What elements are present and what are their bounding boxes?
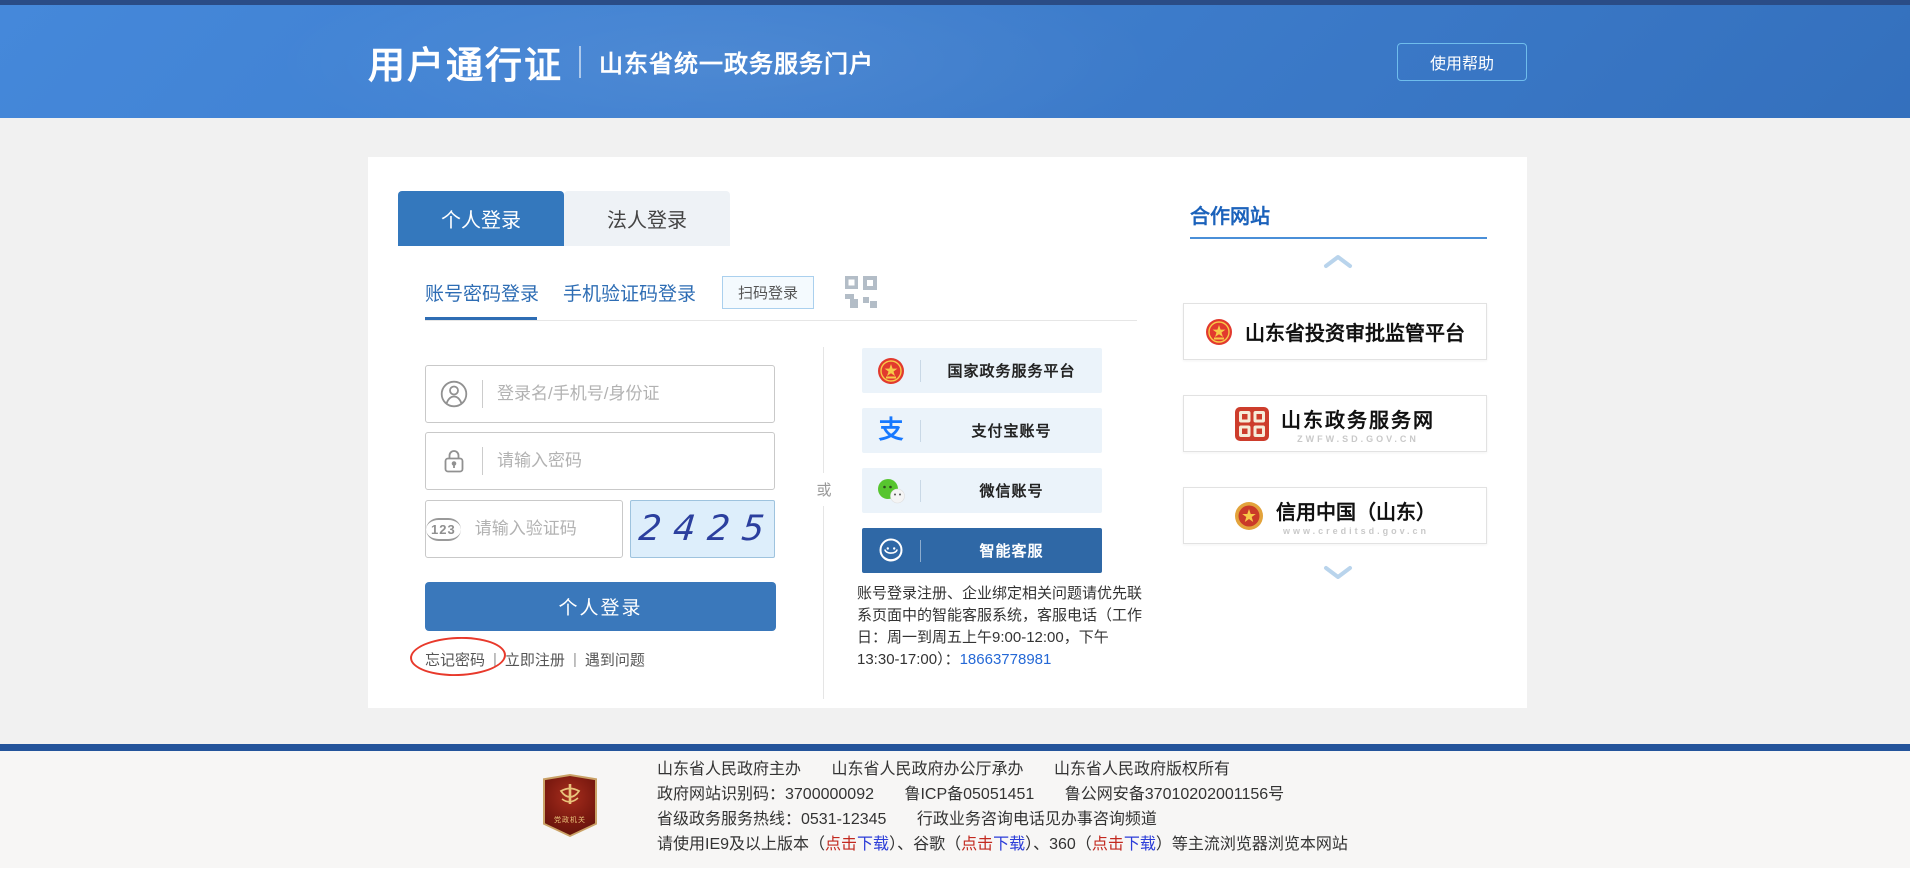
credit-china-emblem-icon bbox=[1234, 501, 1264, 531]
login-method-row: 账号密码登录 手机验证码登录 扫码登录 bbox=[425, 275, 878, 309]
partner-site-government-service[interactable]: 山东政务服务网 ZWFW.SD.GOV.CN bbox=[1183, 395, 1487, 452]
login-type-tabs: 个人登录 法人登录 bbox=[398, 191, 730, 246]
wechat-login-button[interactable]: 微信账号 bbox=[862, 468, 1102, 513]
national-emblem-icon bbox=[862, 357, 920, 385]
tab-personal-login[interactable]: 个人登录 bbox=[398, 191, 564, 246]
customer-service-icon bbox=[862, 536, 920, 566]
header-banner: 用户通行证 山东省统一政务服务门户 使用帮助 bbox=[0, 5, 1910, 118]
chevron-down-icon[interactable] bbox=[1323, 565, 1353, 580]
footer-divider-bar bbox=[0, 744, 1910, 751]
chrome-download-link[interactable]: 点击 bbox=[961, 836, 993, 853]
footer-line-sponsor: 山东省人民政府主办 山东省人民政府办公厅承办 山东省人民政府版权所有 bbox=[657, 757, 1348, 782]
password-field[interactable] bbox=[425, 432, 775, 490]
footer-line-browsers: 请使用IE9及以上版本（点击下载）、谷歌（点击下载）、360（点击下载）等主流浏… bbox=[657, 832, 1348, 857]
ie-download-link[interactable]: 点击 bbox=[825, 836, 857, 853]
national-platform-login-button[interactable]: 国家政务服务平台 bbox=[862, 348, 1102, 393]
username-field[interactable] bbox=[425, 365, 775, 423]
title-divider bbox=[579, 46, 581, 78]
browser360-download-link[interactable]: 点击 bbox=[1092, 836, 1124, 853]
partner-site-investment-platform[interactable]: 山东省投资审批监管平台 bbox=[1183, 303, 1487, 360]
customer-service-note: 账号登录注册、企业绑定相关问题请优先联系页面中的智能客服系统，客服电话（工作日：… bbox=[857, 583, 1147, 671]
captcha-field[interactable]: 123 bbox=[425, 500, 623, 558]
or-divider-line bbox=[823, 347, 824, 699]
captcha-image[interactable]: 2425 bbox=[630, 500, 775, 558]
qr-code-icon[interactable] bbox=[844, 275, 878, 309]
footer-line-hotline: 省级政务服务热线：0531-12345 行政业务咨询电话见办事咨询频道 bbox=[657, 807, 1348, 832]
party-government-badge-icon: 党政机关 bbox=[543, 774, 597, 837]
forgot-password-link[interactable]: 忘记密码 bbox=[425, 649, 485, 670]
alipay-icon: 支 bbox=[862, 418, 920, 443]
ie-download-link[interactable]: 下载 bbox=[857, 836, 889, 853]
page-title: 用户通行证 bbox=[368, 35, 563, 89]
personal-login-button[interactable]: 个人登录 bbox=[425, 582, 776, 631]
login-links: 忘记密码 | 立即注册 | 遇到问题 bbox=[425, 649, 645, 670]
wechat-icon bbox=[862, 477, 920, 505]
login-card: 个人登录 法人登录 账号密码登录 手机验证码登录 扫码登录 bbox=[368, 157, 1527, 708]
method-sms-login[interactable]: 手机验证码登录 bbox=[563, 279, 696, 306]
chevron-up-icon[interactable] bbox=[1323, 254, 1353, 269]
methods-divider-line bbox=[425, 320, 1137, 321]
method-password-login[interactable]: 账号密码登录 bbox=[425, 279, 539, 306]
partners-underline bbox=[1190, 237, 1487, 239]
or-label: 或 bbox=[811, 473, 837, 506]
page-subtitle: 山东省统一政务服务门户 bbox=[599, 44, 874, 79]
footer-line-icp: 政府网站识别码：3700000092 鲁ICP备05051451 鲁公网安备37… bbox=[657, 782, 1348, 807]
service-phone-link[interactable]: 18663778981 bbox=[960, 651, 1052, 668]
username-input[interactable] bbox=[483, 366, 774, 422]
bottom-spacer bbox=[0, 868, 1910, 891]
tab-corporate-login[interactable]: 法人登录 bbox=[564, 191, 730, 246]
help-button[interactable]: 使用帮助 bbox=[1397, 43, 1527, 81]
numbers-icon: 123 bbox=[426, 518, 461, 541]
password-input[interactable] bbox=[483, 433, 774, 489]
alipay-login-button[interactable]: 支 支付宝账号 bbox=[862, 408, 1102, 453]
captcha-value: 2425 bbox=[627, 509, 778, 549]
smart-customer-service-button[interactable]: 智能客服 bbox=[862, 528, 1102, 573]
user-icon bbox=[426, 379, 482, 409]
browser360-download-link[interactable]: 下载 bbox=[1124, 836, 1156, 853]
chrome-download-link[interactable]: 下载 bbox=[993, 836, 1025, 853]
national-emblem-icon bbox=[1205, 318, 1233, 346]
red-seal-icon bbox=[1235, 407, 1269, 441]
register-link[interactable]: 立即注册 bbox=[505, 649, 565, 670]
lock-icon bbox=[426, 446, 482, 476]
partners-title: 合作网站 bbox=[1190, 200, 1270, 229]
method-scan-login[interactable]: 扫码登录 bbox=[722, 276, 814, 309]
trouble-link[interactable]: 遇到问题 bbox=[585, 649, 645, 670]
partner-site-credit-china[interactable]: 信用中国（山东） www.creditsd.gov.cn bbox=[1183, 487, 1487, 544]
footer: 党政机关 山东省人民政府主办 山东省人民政府办公厅承办 山东省人民政府版权所有 … bbox=[0, 751, 1910, 868]
